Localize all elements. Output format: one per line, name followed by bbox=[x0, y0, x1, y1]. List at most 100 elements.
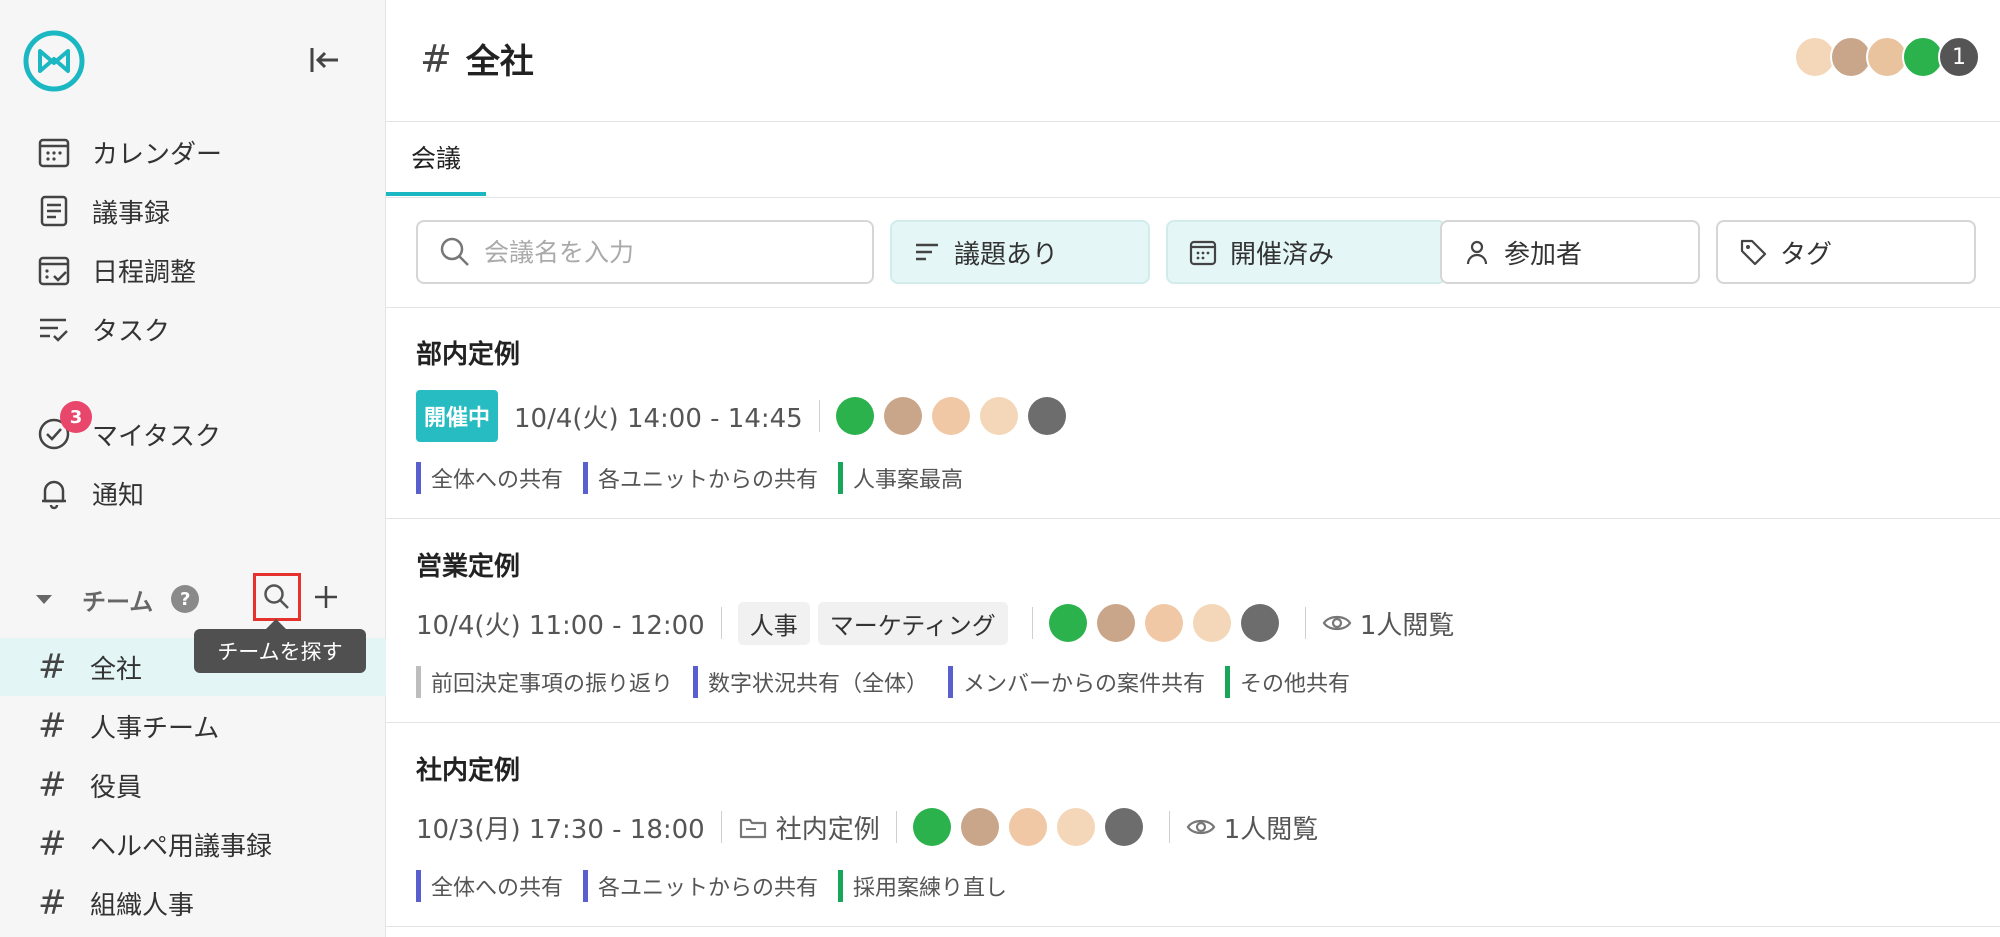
separator bbox=[720, 607, 722, 639]
agenda-item: 各ユニットからの共有 bbox=[583, 870, 818, 902]
agenda-item: 人事案最高 bbox=[838, 462, 963, 494]
hash-icon: # bbox=[38, 706, 67, 746]
separator bbox=[1304, 607, 1306, 639]
document-icon bbox=[40, 195, 68, 227]
avatar bbox=[1048, 604, 1087, 642]
separator bbox=[1168, 811, 1170, 843]
search-icon bbox=[440, 237, 469, 266]
agenda-list: 全体への共有 各ユニットからの共有 人事案最高 bbox=[416, 462, 963, 494]
agenda-item: 各ユニットからの共有 bbox=[583, 462, 818, 494]
collapse-sidebar-icon[interactable] bbox=[306, 42, 342, 78]
sidebar: カレンダー 議事録 日程調整 タスク 3 マイタスク 通知 チーム ? # 全社… bbox=[0, 0, 386, 937]
tag-chip: マーケティング bbox=[817, 601, 1008, 645]
live-status-badge: 開催中 bbox=[416, 390, 499, 442]
list-icon bbox=[916, 243, 938, 261]
calendar-icon bbox=[38, 138, 70, 168]
meeting-title: 社内定例 bbox=[416, 756, 521, 786]
hash-icon: # bbox=[38, 824, 67, 864]
agenda-item: メンバーからの案件共有 bbox=[948, 666, 1205, 698]
filter-agenda-label: 議題あり bbox=[954, 239, 1059, 270]
filter-tags-button[interactable]: タグ bbox=[1716, 220, 1976, 284]
meeting-divider bbox=[386, 926, 2000, 927]
nav-mytask[interactable]: 3 マイタスク bbox=[36, 401, 221, 459]
team-header-label: チーム bbox=[82, 587, 154, 616]
nav-notify[interactable]: 通知 bbox=[36, 468, 144, 518]
view-count: 1人閲覧 bbox=[1186, 809, 1319, 846]
hash-icon: # bbox=[38, 647, 67, 687]
nav-tasks-label: タスク bbox=[92, 316, 171, 347]
avatar bbox=[1056, 808, 1095, 846]
avatar bbox=[1008, 808, 1047, 846]
caret-down-icon bbox=[36, 594, 52, 604]
nav-mytask-label: マイタスク bbox=[92, 421, 221, 452]
team-item-yakuin[interactable]: # 役員 bbox=[0, 756, 386, 814]
team-item-label: ヘルペ用議事録 bbox=[90, 831, 273, 862]
search-icon bbox=[264, 584, 289, 609]
bell-icon bbox=[42, 480, 66, 510]
folder-icon bbox=[739, 818, 766, 839]
tab-divider bbox=[386, 197, 2000, 198]
mytask-badge: 3 bbox=[60, 401, 92, 433]
meeting-time: 10/3(月) 17:30 - 18:00 bbox=[416, 814, 705, 845]
nav-schedule[interactable]: 日程調整 bbox=[36, 245, 196, 295]
add-team-button[interactable] bbox=[306, 577, 346, 617]
filter-tags-label: タグ bbox=[1780, 239, 1833, 270]
filter-participants-button[interactable]: 参加者 bbox=[1440, 220, 1700, 284]
filter-divider bbox=[386, 307, 2000, 308]
plus-icon bbox=[315, 586, 337, 608]
agenda-list: 前回決定事項の振り返り 数字状況共有（全体） メンバーからの案件共有 その他共有 bbox=[416, 666, 1350, 698]
avatar bbox=[979, 397, 1018, 435]
agenda-item: 採用案練り直し bbox=[838, 870, 1007, 902]
folder-name: 社内定例 bbox=[775, 814, 880, 845]
agenda-item: 前回決定事項の振り返り bbox=[416, 666, 673, 698]
team-search-button[interactable] bbox=[253, 573, 301, 621]
nav-notify-label: 通知 bbox=[92, 480, 145, 511]
avatar bbox=[1240, 604, 1279, 642]
agenda-item: その他共有 bbox=[1225, 666, 1350, 698]
filter-held-label: 開催済み bbox=[1230, 239, 1335, 270]
view-count-label: 1人閲覧 bbox=[1223, 814, 1319, 845]
page-title: # 全社 bbox=[420, 34, 534, 83]
help-icon[interactable]: ? bbox=[171, 585, 200, 613]
avatar bbox=[912, 808, 951, 846]
agenda-item: 全体への共有 bbox=[416, 870, 563, 902]
view-count: 1人閲覧 bbox=[1322, 605, 1455, 642]
avatar bbox=[1192, 604, 1231, 642]
team-item-soshiki[interactable]: # 組織人事 bbox=[0, 874, 386, 932]
hash-icon: # bbox=[38, 883, 67, 923]
team-item-label: 人事チーム bbox=[90, 713, 220, 744]
separator bbox=[895, 811, 897, 843]
meeting-search-field[interactable] bbox=[416, 220, 874, 284]
schedule-icon bbox=[38, 256, 70, 286]
meeting-meta: 開催中 10/4(火) 14:00 - 14:45 bbox=[416, 390, 1076, 442]
filter-agenda-button[interactable]: 議題あり bbox=[890, 220, 1150, 284]
person-icon bbox=[1466, 240, 1488, 265]
meeting-title: 部内定例 bbox=[416, 340, 521, 370]
nav-minutes[interactable]: 議事録 bbox=[36, 186, 170, 236]
avatar bbox=[1104, 808, 1143, 846]
tasklist-icon bbox=[40, 318, 68, 342]
separator bbox=[720, 811, 722, 843]
nav-tasks[interactable]: タスク bbox=[36, 304, 170, 354]
meeting-divider bbox=[386, 518, 2000, 519]
folder-label: 社内定例 bbox=[738, 809, 880, 846]
filter-held-button[interactable]: 開催済み bbox=[1166, 220, 1446, 284]
view-count-label: 1人閲覧 bbox=[1359, 610, 1455, 641]
nav-calendar[interactable]: カレンダー bbox=[36, 127, 222, 177]
meeting-time: 10/4(火) 11:00 - 12:00 bbox=[416, 610, 705, 641]
eye-icon bbox=[1186, 819, 1216, 835]
team-item-jinji[interactable]: # 人事チーム bbox=[0, 697, 386, 755]
nav-minutes-label: 議事録 bbox=[92, 198, 171, 229]
header-divider bbox=[386, 121, 2000, 122]
team-section-header[interactable]: チーム ? bbox=[36, 575, 200, 623]
tab-meetings[interactable]: 会議 bbox=[386, 122, 486, 196]
page-title-text: 全社 bbox=[465, 42, 534, 82]
team-item-helpe[interactable]: # ヘルペ用議事録 bbox=[0, 815, 386, 873]
app-logo-icon[interactable] bbox=[22, 29, 86, 93]
member-avatars[interactable]: 1 bbox=[1794, 36, 1980, 78]
tag-chip: 人事 bbox=[737, 601, 810, 645]
app-root: カレンダー 議事録 日程調整 タスク 3 マイタスク 通知 チーム ? # 全社… bbox=[0, 0, 2000, 937]
avatar bbox=[1144, 604, 1183, 642]
nav-calendar-label: カレンダー bbox=[92, 139, 223, 170]
meeting-search-input[interactable] bbox=[484, 237, 844, 267]
